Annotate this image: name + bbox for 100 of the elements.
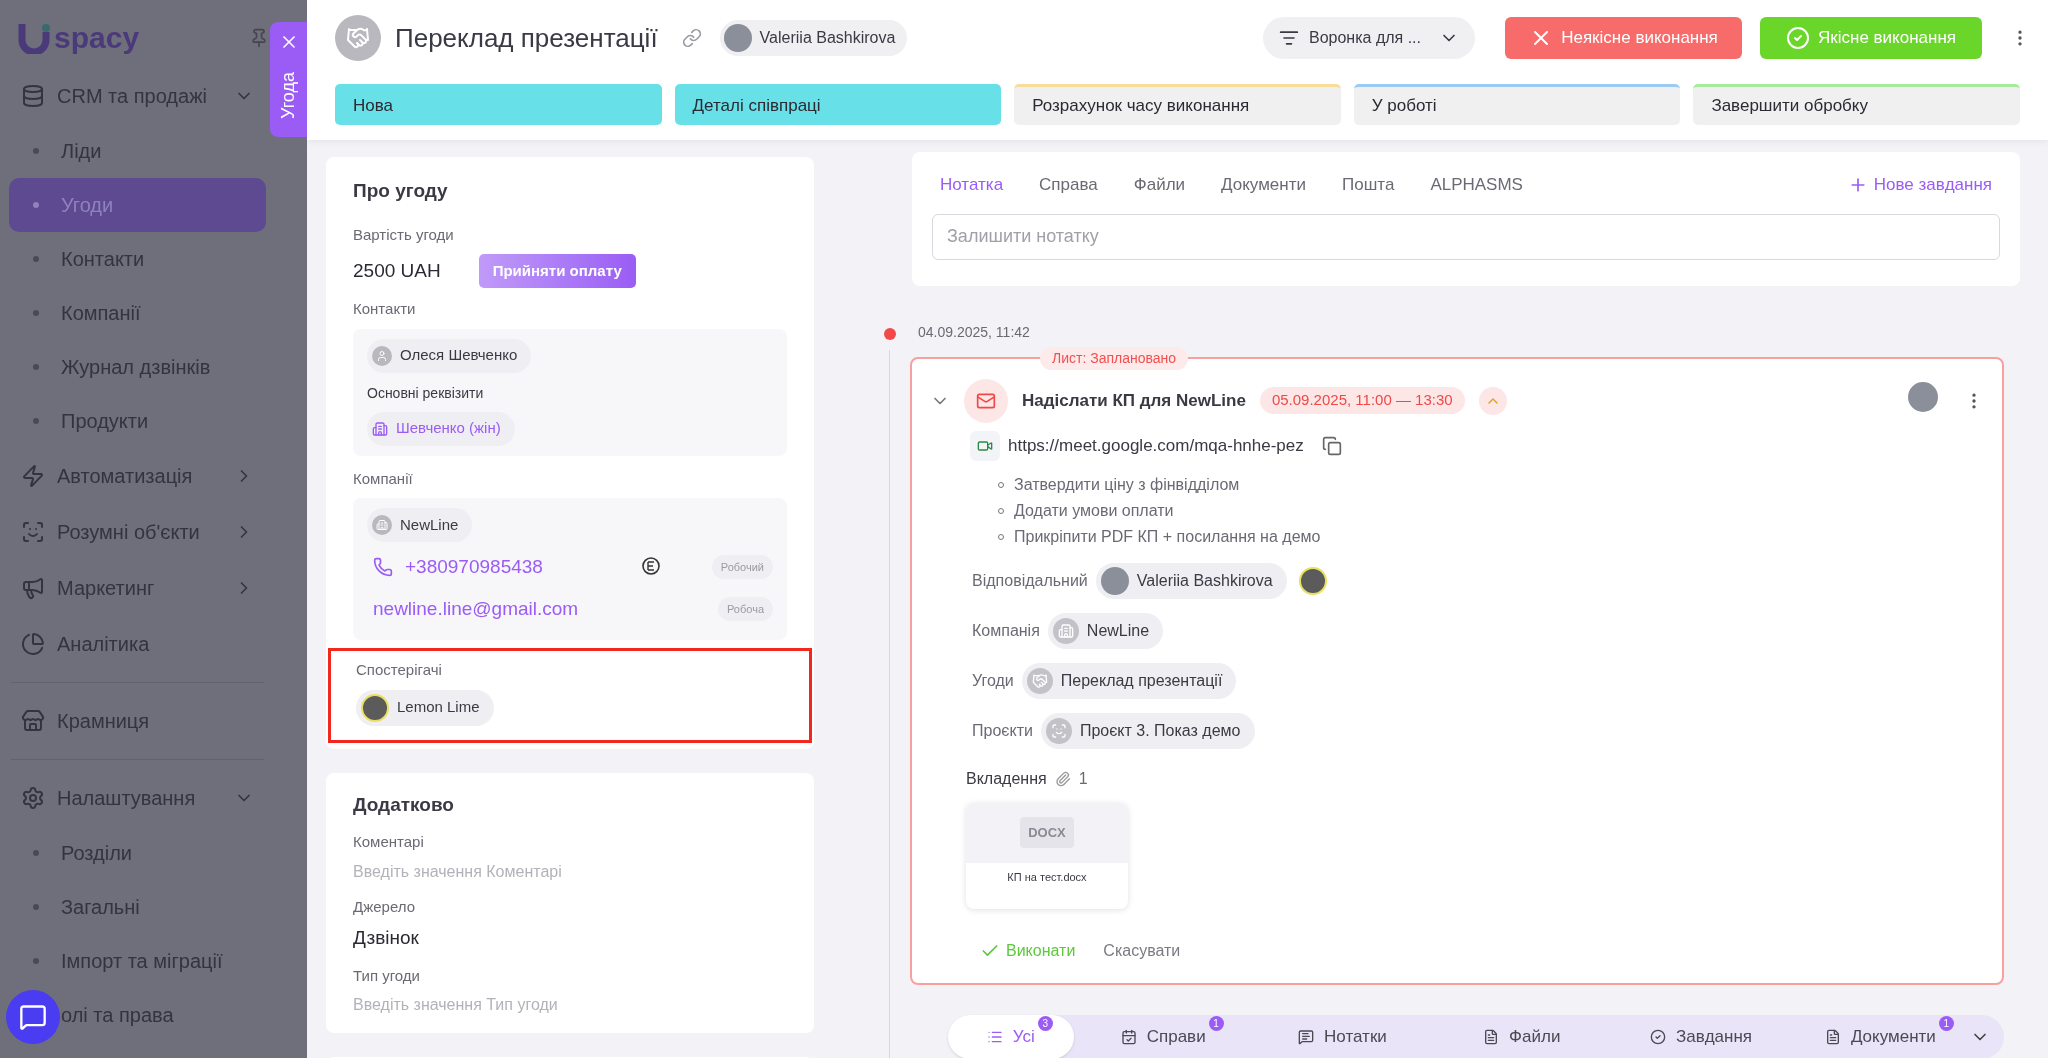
stage-tab[interactable]: У роботі [1353,84,1681,125]
relation-chip[interactable]: Valeriia Bashkirova [1095,562,1287,599]
sidebar-item[interactable]: Імпорт та міграції [61,946,223,976]
phone-link[interactable]: +380970985438 [405,552,543,582]
avatar [1908,382,1938,412]
input-field[interactable]: Введіть значення Коментарі [353,859,787,884]
filter-tab[interactable]: Файли [1432,1014,1612,1058]
composer-tab[interactable]: Пошта [1342,172,1395,198]
chevron-up-icon[interactable] [1478,386,1507,415]
stage-tab[interactable]: Розрахунок часу виконання [1014,84,1341,125]
sidebar-group[interactable]: CRM та продажі [9,68,266,124]
sidebar-item[interactable]: Журнал дзвінків [61,352,211,382]
new-task-button[interactable]: Нове завдання [1847,172,1992,198]
entity-icon [1045,717,1072,744]
deal-title: Переклад презентації [395,21,658,55]
pin-icon[interactable] [249,28,269,48]
requisite-chip[interactable]: Шевченко (жін) [367,411,515,446]
link-icon[interactable] [681,28,702,48]
sidebar-item[interactable]: олі та права [61,1000,174,1030]
sidebar-item[interactable]: Компанії [61,298,141,328]
file-type-badge: DOCX [1020,816,1074,849]
event-date: 04.09.2025, 11:42 [918,322,1031,342]
contact-chip[interactable]: Олеся Шевченко [367,338,532,373]
relation-chip[interactable]: Переклад презентації [1021,662,1237,699]
phone-tag: Робочий [711,554,773,580]
count-badge: 3 [1037,1015,1053,1031]
composer-tab[interactable]: Файли [1133,172,1186,198]
checklist-item: Затвердити ціну з фінвідділом [998,472,1984,497]
sidebar-item[interactable]: Ліди [61,136,102,166]
drawer-tab-label: Угода [277,72,299,119]
video-call-icon [970,430,1000,461]
chat-button[interactable] [6,990,60,1044]
relation-chip[interactable]: NewLine [1047,612,1164,649]
entity-icon [1052,617,1079,644]
chat-bubble-icon [639,556,662,578]
composer-tab[interactable]: ALPHASMS [1430,172,1523,198]
card-title: Про угоду [353,179,449,203]
sidebar-group-label: Крамниця [57,709,150,734]
sidebar-group-label: Автоматизація [57,464,193,489]
field-label: Коментарі [353,832,425,852]
stage-tab[interactable]: Нова [335,84,662,125]
filter-tab[interactable]: Нотатки [1252,1014,1433,1058]
sidebar-group-label: Розумні об'єкти [57,520,200,545]
avatar [723,24,752,52]
owner-chip[interactable]: Valeriia Bashkirova [719,20,908,56]
sidebar-group[interactable]: Крамниця [9,693,266,749]
sidebar-group-label: CRM та продажі [57,84,207,109]
drawer-tab[interactable]: Угода [270,22,307,137]
file-name: КП на тест.docx [1006,869,1088,885]
sidebar-item[interactable]: Контакти [61,244,145,274]
copy-icon[interactable] [1321,435,1342,456]
filter-tab[interactable]: Справи 1 [1073,1014,1253,1058]
file-card[interactable]: DOCX КП на тест.docx [966,802,1128,909]
filter-tab[interactable]: Усі 3 [948,1014,1074,1058]
check-circle-icon [1786,26,1810,50]
checklist-item: Додати умови оплати [998,498,1984,523]
avatar [1100,566,1129,595]
building-icon [372,515,392,535]
sidebar-group[interactable]: Маркетинг [9,560,266,616]
company-chip[interactable]: NewLine [367,508,473,542]
cancel-button[interactable]: Скасувати [1103,938,1181,963]
relation-chip[interactable]: Проєкт 3. Показ демо [1040,712,1255,749]
watcher-chip[interactable]: Lemon Lime [356,689,494,726]
sidebar-item[interactable]: Загальні [61,892,140,922]
composer-tab[interactable]: Документи [1221,172,1306,198]
card-title: Додатково [353,792,455,817]
filter-tab[interactable]: Документи 1 [1790,1014,1970,1058]
sidebar-group[interactable]: Аналітика [9,616,266,672]
sidebar-item[interactable]: Розділи [61,838,133,868]
bullet-icon [33,418,39,424]
fail-button[interactable]: Неякісне виконання [1505,17,1742,59]
complete-button[interactable]: Виконати [980,938,1076,963]
logo-icon [18,22,52,54]
composer-tab[interactable]: Нотатка [940,172,1004,198]
stage-tab[interactable]: Деталі співпраці [674,84,1002,125]
stack-icon [21,84,45,108]
sidebar-group[interactable]: Розумні об'єкти [9,504,266,560]
email-tag: Робоча [718,596,773,622]
field-label: Контакти [353,299,417,319]
note-input[interactable]: Залишити нотатку [932,213,2000,260]
pay-button[interactable]: Прийняти оплату [478,254,636,288]
lightning-icon [21,464,45,488]
pie-chart-icon [21,632,45,656]
bullet-icon [33,364,39,370]
user-icon [372,345,392,366]
sidebar-item[interactable]: Угоди [9,178,266,232]
filter-tab[interactable]: Завдання [1611,1014,1791,1058]
calendar-icon [1120,1028,1137,1045]
entity-icon [1026,667,1053,694]
sidebar-group[interactable]: Налаштування [9,770,266,826]
attachments-count: 1 [1078,768,1088,789]
email-link[interactable]: newline.line@gmail.com [373,594,579,624]
funnel-select[interactable]: Воронка для ... [1263,17,1475,59]
sidebar-group[interactable]: Автоматизація [9,448,266,504]
sidebar-group-label: Аналітика [57,632,150,657]
composer-tab[interactable]: Справа [1039,172,1098,198]
stage-tab[interactable]: Завершити обробку [1693,84,2020,125]
meeting-link[interactable]: https://meet.google.com/mqa-hnhe-pez [1008,432,1304,459]
sidebar-item[interactable]: Продукти [61,406,149,436]
input-field[interactable]: Введіть значення Тип угоди [353,993,787,1017]
